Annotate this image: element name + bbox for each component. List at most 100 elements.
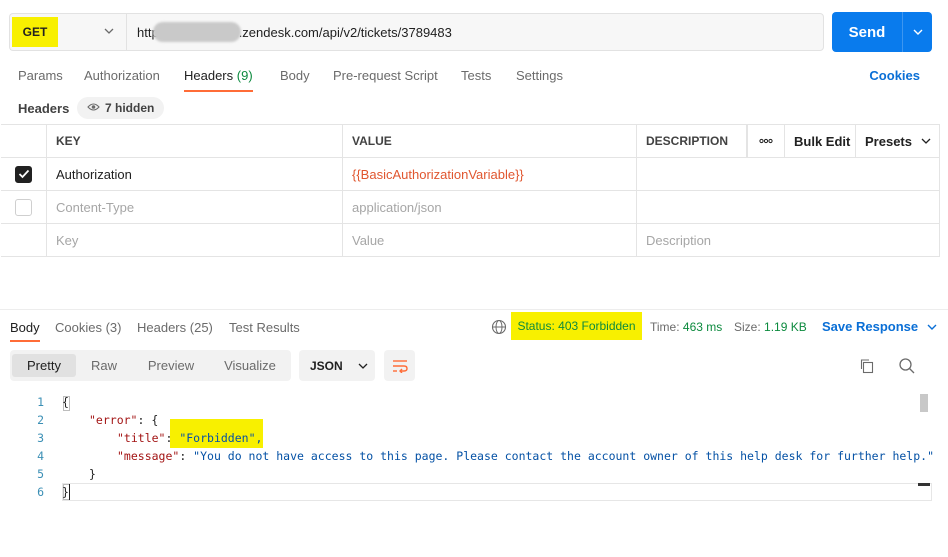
presets-dropdown[interactable]: Presets <box>855 125 940 157</box>
save-response-label: Save Response <box>822 319 919 334</box>
tab-settings[interactable]: Settings <box>516 68 563 83</box>
wrap-lines-button[interactable] <box>384 350 415 381</box>
view-visualize-button[interactable]: Visualize <box>210 354 290 377</box>
header-key-cell[interactable]: Content-Type <box>46 191 342 223</box>
response-time[interactable]: Time: 463 ms <box>650 320 722 334</box>
json-key: "error" <box>89 413 138 427</box>
line-number: 5 <box>37 467 44 481</box>
tab-count: (3) <box>105 320 122 335</box>
row-checkbox-unchecked[interactable] <box>15 198 32 216</box>
redacted-subdomain <box>152 22 241 42</box>
method-select[interactable]: GET <box>9 13 126 51</box>
method-label: GET <box>12 17 58 47</box>
tab-label: Settings <box>516 68 563 83</box>
code-line: "message": "You do not have access to th… <box>117 449 934 463</box>
url-bar-row: GET http .zendesk.com/api/v2/tickets/3789… <box>0 0 948 64</box>
code-token: } <box>62 485 69 499</box>
chevron-down-icon <box>358 363 368 369</box>
cookies-link[interactable]: Cookies <box>869 68 920 83</box>
more-options-button[interactable] <box>747 125 784 157</box>
row-checkbox-cell <box>1 224 46 256</box>
pane-divider[interactable] <box>0 309 948 310</box>
globe-icon[interactable] <box>491 319 507 338</box>
code-token: : { <box>137 413 159 427</box>
header-description-cell[interactable] <box>636 158 940 190</box>
description-column-header: DESCRIPTION <box>636 125 747 157</box>
view-pretty-button[interactable]: Pretty <box>12 354 76 377</box>
send-label: Send <box>848 23 886 41</box>
code-token: } <box>89 467 96 481</box>
tab-headers[interactable]: Headers (9) <box>184 68 253 92</box>
ellipsis-icon <box>759 138 773 144</box>
json-key: "message" <box>117 449 180 463</box>
tab-label: Authorization <box>84 68 160 83</box>
checkbox-column-header <box>1 125 46 157</box>
json-string: "You do not have access to this page. Pl… <box>193 449 934 463</box>
code-line: } <box>62 485 69 499</box>
tab-response-cookies[interactable]: Cookies (3) <box>55 320 121 335</box>
code-token: : <box>179 449 194 463</box>
search-icon[interactable] <box>898 357 916 378</box>
format-select[interactable]: JSON <box>299 350 375 381</box>
code-line: "title": "Forbidden", <box>117 431 262 445</box>
tab-params[interactable]: Params <box>18 68 63 83</box>
key-column-header: KEY <box>46 125 342 157</box>
new-key-input[interactable]: Key <box>46 224 342 256</box>
response-code-viewer[interactable]: 1 2 3 4 5 6 { "error": { "title": "Forbi… <box>0 393 934 503</box>
new-value-input[interactable]: Value <box>342 224 636 256</box>
view-preview-button[interactable]: Preview <box>132 354 210 377</box>
tab-response-headers[interactable]: Headers (25) <box>137 320 213 335</box>
save-response-button[interactable]: Save Response <box>822 319 938 334</box>
tab-label: Pre-request Script <box>333 68 438 83</box>
send-options-chevron-icon[interactable] <box>903 12 932 52</box>
header-key-cell[interactable]: Authorization <box>46 158 342 190</box>
tab-label: Params <box>18 68 63 83</box>
json-key: "title" <box>117 431 166 445</box>
json-string: "Forbidden", <box>179 431 263 445</box>
tab-authorization[interactable]: Authorization <box>84 68 160 83</box>
row-checkbox-cell <box>1 191 46 223</box>
tab-label: Tests <box>461 68 492 83</box>
code-line: "error": { <box>89 413 158 427</box>
response-size[interactable]: Size: 1.19 KB <box>734 320 807 334</box>
table-row: Content-Type application/json <box>1 191 940 224</box>
bulk-edit-button[interactable]: Bulk Edit <box>784 125 855 157</box>
tab-pre-request-script[interactable]: Pre-request Script <box>333 68 438 83</box>
new-description-input[interactable]: Description <box>636 224 940 256</box>
row-checkbox-checked[interactable] <box>15 165 32 183</box>
tab-label: Body <box>10 320 40 335</box>
status-badge[interactable]: Status: 403 Forbidden <box>511 312 642 340</box>
code-line: { <box>62 395 69 409</box>
headers-section-label: Headers <box>18 101 70 116</box>
tab-body[interactable]: Body <box>280 68 310 83</box>
tab-count: (25) <box>189 320 213 335</box>
headers-table: KEY VALUE DESCRIPTION Bulk Edit Presets … <box>1 124 940 257</box>
hidden-count: 7 hidden <box>105 101 155 115</box>
tab-label: Body <box>280 68 310 83</box>
tab-test-results[interactable]: Test Results <box>229 320 300 335</box>
code-token: : <box>165 431 180 445</box>
send-button[interactable]: Send <box>832 12 932 52</box>
url-suffix: .zendesk.com/api/v2/tickets/3789483 <box>238 24 452 40</box>
hidden-headers-toggle[interactable]: 7 hidden <box>77 97 165 119</box>
tab-label: Cookies <box>55 320 102 335</box>
table-row: Authorization {{BasicAuthorizationVariab… <box>1 158 940 191</box>
chevron-down-icon <box>921 138 931 144</box>
time-label: Time: <box>650 320 680 334</box>
view-raw-button[interactable]: Raw <box>76 354 132 377</box>
copy-icon[interactable] <box>859 358 875 377</box>
format-label: JSON <box>310 358 343 373</box>
url-input[interactable]: http .zendesk.com/api/v2/tickets/3789483 <box>126 13 824 51</box>
header-value-cell[interactable]: {{BasicAuthorizationVariable}} <box>342 158 636 190</box>
tab-tests[interactable]: Tests <box>461 68 491 83</box>
header-value-cell[interactable]: application/json <box>342 191 636 223</box>
header-description-cell[interactable] <box>636 191 940 223</box>
line-number: 2 <box>37 413 44 427</box>
tab-label: Test Results <box>229 320 300 335</box>
row-checkbox-cell <box>1 158 46 190</box>
line-number: 4 <box>37 449 44 463</box>
tab-response-body[interactable]: Body <box>10 320 40 342</box>
checkmark-icon <box>18 169 29 179</box>
size-label: Size: <box>734 320 761 334</box>
code-token: { <box>62 395 69 409</box>
